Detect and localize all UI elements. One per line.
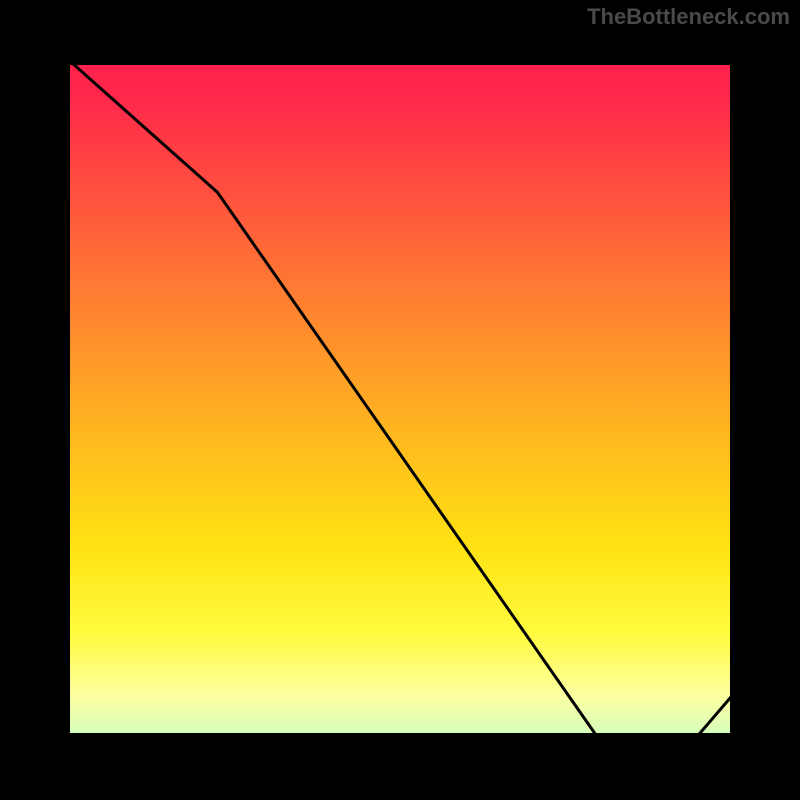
- chart-svg: [0, 0, 800, 800]
- plot-background: [35, 30, 765, 768]
- watermark-text: TheBottleneck.com: [587, 4, 790, 30]
- chart-stage: TheBottleneck.com: [0, 0, 800, 800]
